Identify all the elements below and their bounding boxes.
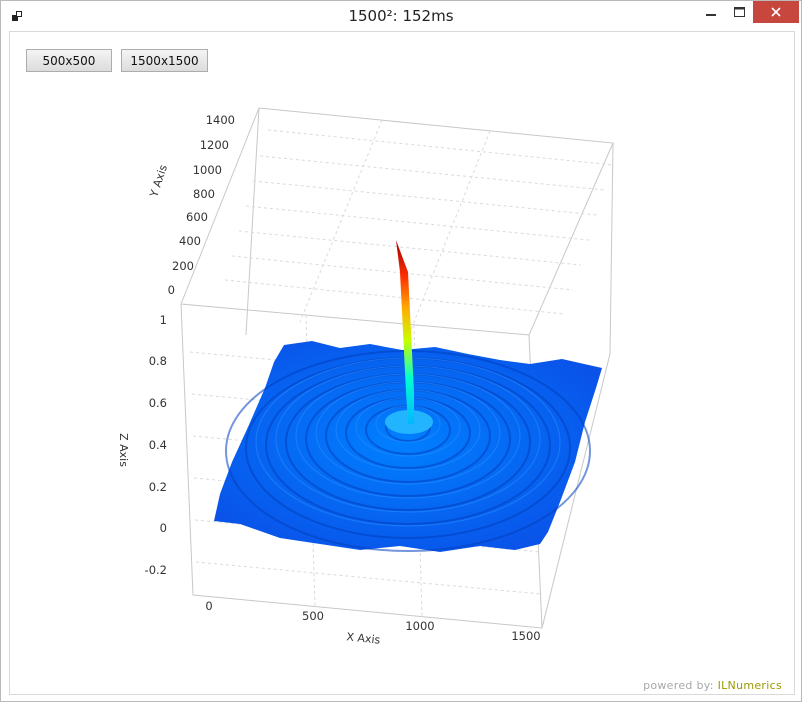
y-tick-label: 200 — [172, 259, 194, 273]
maximize-icon — [733, 7, 745, 17]
client-area: 500x500 1500x1500 1400 1200 1000 800 600… — [9, 31, 795, 695]
y-axis: 1400 1200 1000 800 600 400 200 0 Y Axis — [147, 113, 235, 297]
y-tick-label: 400 — [179, 234, 201, 248]
z-tick-label: -0.2 — [145, 563, 167, 577]
y-tick-label: 800 — [193, 187, 215, 201]
minimize-icon — [706, 14, 716, 16]
z-tick-label: 0.2 — [149, 480, 167, 494]
title-bar[interactable]: 1500²: 152ms — [1, 1, 801, 31]
minimize-button[interactable] — [695, 1, 727, 23]
close-icon — [771, 7, 781, 17]
y-tick-label: 1200 — [200, 138, 229, 152]
app-window: 1500²: 152ms 500x500 1500x1500 1400 1200… — [0, 0, 802, 702]
close-button[interactable] — [753, 1, 799, 23]
y-tick-label: 1000 — [193, 163, 222, 177]
surface-plot[interactable]: 1400 1200 1000 800 600 400 200 0 Y Axis … — [10, 32, 794, 694]
z-tick-label: 0 — [160, 521, 167, 535]
z-axis: 1 0.8 0.6 0.4 0.2 0 -0.2 Z Axis — [117, 313, 167, 577]
x-tick-label: 1000 — [405, 619, 434, 633]
y-tick-label: 0 — [168, 283, 175, 297]
z-tick-label: 1 — [160, 313, 167, 327]
x-tick-label: 0 — [205, 599, 212, 613]
z-tick-label: 0.4 — [149, 438, 167, 452]
powered-prefix: powered by: — [643, 679, 718, 692]
maximize-button[interactable] — [727, 1, 751, 23]
z-axis-label: Z Axis — [117, 433, 130, 467]
z-tick-label: 0.8 — [149, 354, 167, 368]
ilnumerics-link[interactable]: ILNumerics — [718, 679, 782, 692]
y-tick-label: 1400 — [206, 113, 235, 127]
x-tick-label: 1500 — [511, 629, 540, 643]
x-axis-label: X Axis — [346, 630, 381, 646]
powered-by-label: powered by: ILNumerics — [643, 679, 782, 692]
z-tick-label: 0.6 — [149, 396, 167, 410]
x-tick-label: 500 — [302, 609, 324, 623]
y-tick-label: 600 — [186, 210, 208, 224]
window-title: 1500²: 152ms — [348, 7, 454, 25]
y-axis-label: Y Axis — [147, 163, 170, 200]
